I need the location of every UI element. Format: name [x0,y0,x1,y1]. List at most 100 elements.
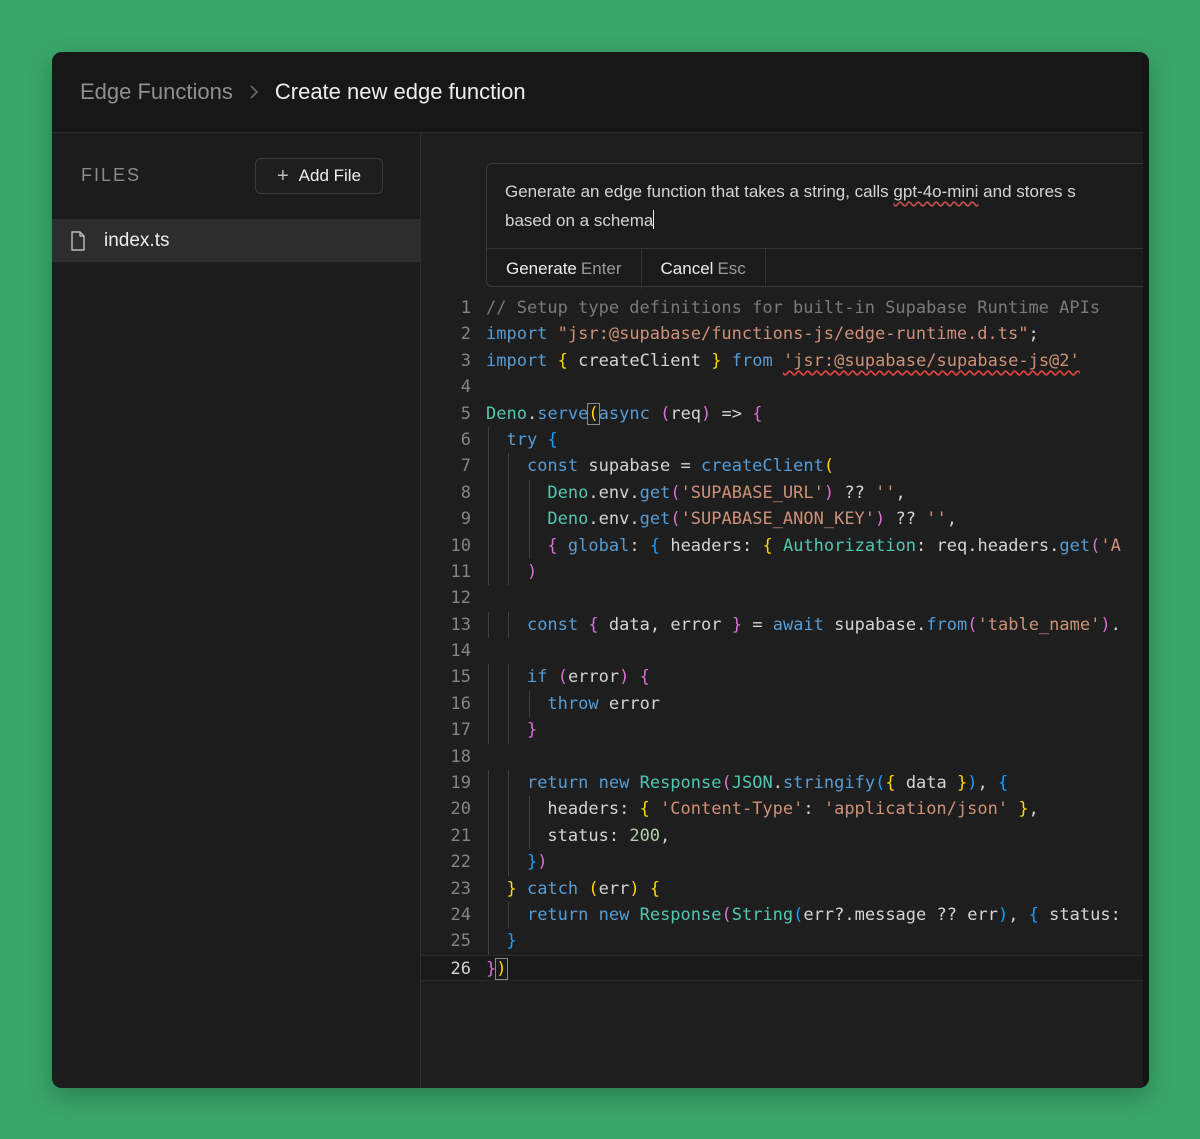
line-number: 21 [450,825,471,846]
cancel-label: Cancel [660,259,714,278]
code-line[interactable]: 21 status: 200, [421,822,1143,850]
code-line[interactable]: 25 } [421,928,1143,955]
code-line[interactable]: 17 } [421,717,1143,744]
code-line[interactable]: 16 throw error [421,690,1143,718]
file-item-index[interactable]: index.ts [52,219,420,262]
code-text: import "jsr:@supabase/functions-js/edge-… [486,324,1039,345]
cancel-button[interactable]: Cancel Esc [642,249,766,289]
prompt-text-1: Generate an edge function that takes a s… [505,182,894,201]
editor-window: Edge Functions Create new edge function … [52,52,1149,1088]
code-text: ) [526,561,538,582]
code-line[interactable]: 23 } catch (err) { [421,875,1143,902]
line-number: 2 [460,324,471,345]
line-number: 8 [460,482,471,503]
code-text: try { [506,429,558,450]
code-text: headers: { 'Content-Type': 'application/… [547,799,1039,820]
files-sidebar: FILES + Add File index.ts [52,133,421,1088]
prompt-text-model: gpt-4o-mini [893,182,979,201]
code-line[interactable]: 5 Deno.serve(async (req) => { [421,401,1143,427]
line-number: 14 [450,641,471,662]
line-number: 7 [460,456,471,477]
code-line[interactable]: 19 return new Response(JSON.stringify({ … [421,770,1143,797]
prompt-text-3: based on a schema [505,211,654,230]
window-edge [1143,52,1149,1088]
add-file-label: Add File [298,166,362,185]
code-text: } [526,720,538,741]
code-line[interactable]: 24 return new Response(String(err?.messa… [421,901,1143,929]
line-number: 25 [450,931,471,952]
code-text: throw error [547,693,661,714]
code-text: const supabase = createClient( [526,456,835,477]
cancel-shortcut: Esc [717,259,746,278]
code-line[interactable]: 20 headers: { 'Content-Type': 'applicati… [421,796,1143,823]
line-number: 18 [450,746,471,767]
code-text: } [506,931,517,952]
code-text: return new Response(JSON.stringify({ dat… [526,773,1009,794]
file-icon [70,230,86,251]
code-text: }) [486,957,508,980]
code-line[interactable]: 8 Deno.env.get('SUPABASE_URL') ?? '', [421,479,1143,507]
plus-icon: + [276,165,289,187]
prompt-input[interactable]: Generate an edge function that takes a s… [505,177,1143,235]
code-line[interactable]: 15 if (error) { [421,664,1143,691]
line-number: 17 [450,720,471,741]
line-number: 10 [450,535,471,556]
code-line[interactable]: 9 Deno.env.get('SUPABASE_ANON_KEY') ?? '… [421,506,1143,533]
line-number: 19 [450,773,471,794]
code-line[interactable]: 10 { global: { headers: { Authorization:… [421,532,1143,559]
code-text: if (error) { [526,667,650,688]
code-text: Deno.env.get('SUPABASE_URL') ?? '', [547,482,906,503]
line-number: 11 [450,561,471,582]
code-line[interactable]: 26}) [421,954,1143,982]
header: Edge Functions Create new edge function [52,52,1143,133]
code-text: return new Response(String(err?.message … [526,904,1121,925]
code-text: Deno.serve(async (req) => { [486,402,763,425]
code-area[interactable]: 1 // Setup type definitions for built-in … [421,295,1143,982]
code-line[interactable]: 4 [421,374,1143,400]
files-label: FILES [81,165,142,185]
code-line[interactable]: 12 [421,585,1143,611]
breadcrumb-edge-functions[interactable]: Edge Functions [80,79,233,105]
code-text: }) [526,852,548,873]
chevron-right-icon [249,85,259,99]
code-text: // Setup type definitions for built-in S… [486,298,1101,318]
code-line[interactable]: 13 const { data, error } = await supabas… [421,611,1143,639]
line-number: 26 [450,958,471,979]
code-line[interactable]: 6 try { [421,426,1143,454]
text-cursor [653,210,655,229]
line-number: 1 [460,298,471,318]
code-line[interactable]: 1 // Setup type definitions for built-in … [421,295,1143,321]
line-number: 4 [460,377,471,398]
page-title: Create new edge function [274,79,526,104]
code-line[interactable]: 22 }) [421,849,1143,876]
generate-button[interactable]: Generate Enter [487,249,642,289]
code-line[interactable]: 2 import "jsr:@supabase/functions-js/edge… [421,321,1143,347]
add-file-button[interactable]: + Add File [255,158,383,194]
file-name: index.ts [104,229,170,251]
line-number: 12 [450,588,471,609]
line-number: 15 [450,667,471,688]
line-number: 20 [450,799,471,820]
code-line[interactable]: 18 [421,744,1143,770]
line-number: 22 [450,852,471,873]
code-text: const { data, error } = await supabase.f… [526,614,1121,635]
code-editor[interactable]: Generate an edge function that takes a s… [421,133,1143,1088]
line-number: 5 [460,403,471,424]
code-line[interactable]: 3 import { createClient } from 'jsr:@supa… [421,348,1143,374]
line-number: 23 [450,878,471,899]
code-text: status: 200, [547,825,671,846]
line-number: 13 [450,614,471,635]
line-number: 24 [450,904,471,925]
generate-shortcut: Enter [580,259,622,278]
line-number: 6 [460,429,471,450]
code-text: } catch (err) { [506,878,661,899]
code-text: import { createClient } from 'jsr:@supab… [486,350,1080,371]
code-line[interactable]: 14 [421,638,1143,664]
code-line[interactable]: 7 const supabase = createClient( [421,453,1143,480]
prompt-actions: Generate Enter Cancel Esc [487,248,1143,289]
code-text: { global: { headers: { Authorization: re… [547,535,1121,556]
line-number: 3 [460,350,471,371]
prompt-text-2: and stores s [978,182,1076,201]
code-line[interactable]: 11 ) [421,558,1143,586]
ai-prompt-box: Generate an edge function that takes a s… [486,163,1143,289]
